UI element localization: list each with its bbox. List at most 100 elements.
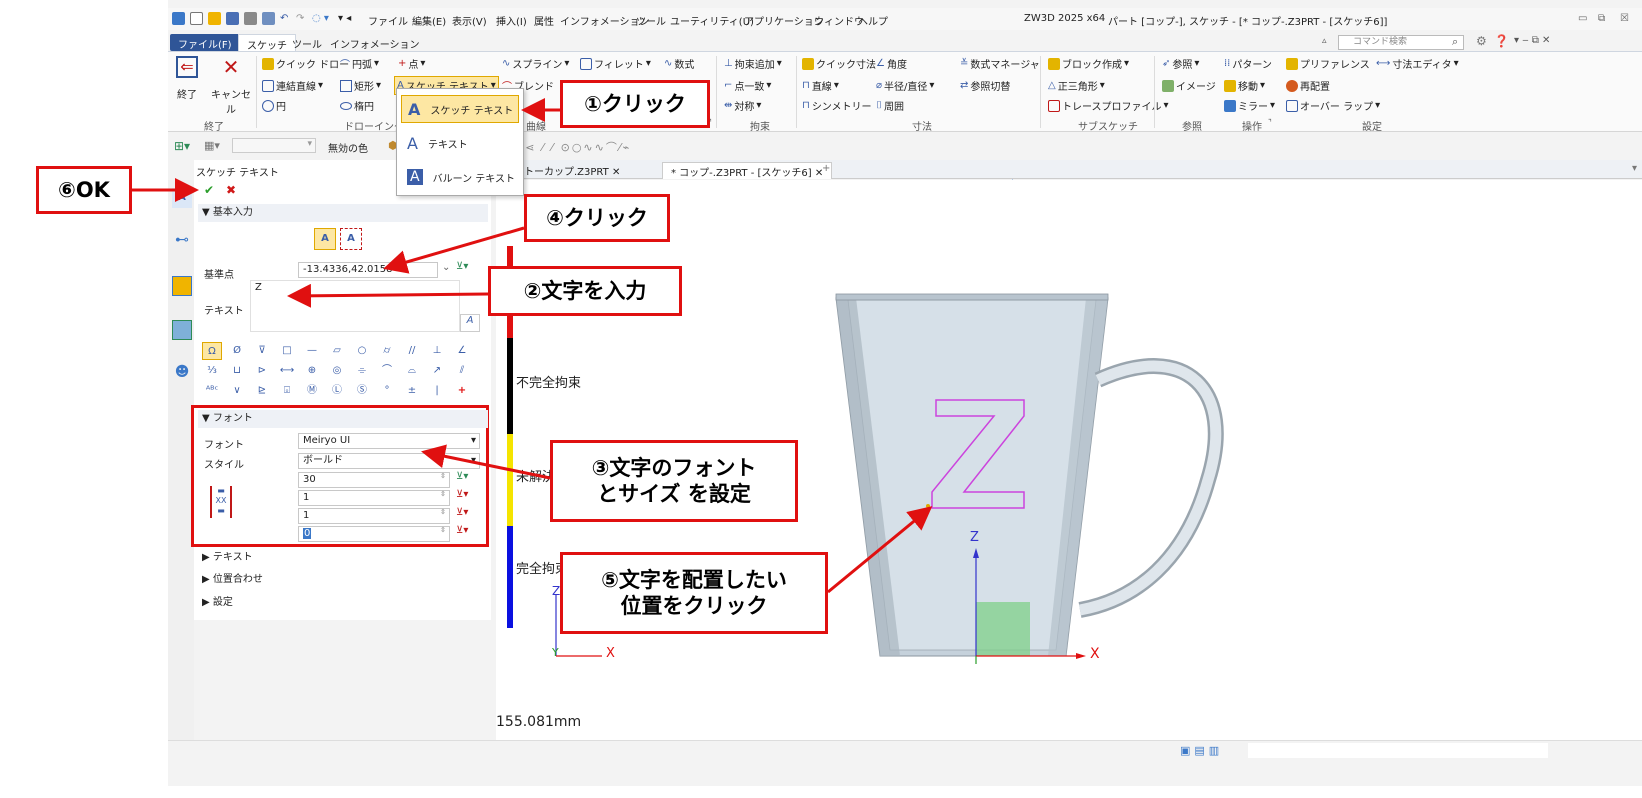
text-height-spin-icon[interactable]: ⇳: [440, 472, 446, 480]
close-window-icon[interactable]: ☒: [1620, 13, 1629, 24]
symbol-button[interactable]: ▱: [327, 342, 347, 360]
symbol-button[interactable]: ⌭: [377, 342, 397, 360]
ref-switch-button[interactable]: ⇄ 参照切替: [960, 78, 1010, 93]
menu-file[interactable]: ファイル: [368, 13, 408, 28]
equation-manager-button[interactable]: ≚ 数式マネージャ: [960, 56, 1040, 71]
relocate-button[interactable]: 再配置: [1286, 78, 1330, 93]
text-height-input[interactable]: 30: [298, 472, 450, 488]
symbol-button[interactable]: —: [302, 342, 322, 360]
arc-button[interactable]: ⌒ 円弧 ▾: [340, 56, 379, 71]
rectangle-button[interactable]: 矩形 ▾: [340, 78, 381, 93]
symbol-button[interactable]: ⫽: [452, 362, 472, 380]
reference-button[interactable]: ➶ 参照 ▾: [1162, 56, 1199, 71]
ok-check-icon[interactable]: ✔: [204, 183, 214, 197]
exit-button[interactable]: ⇐ 終了: [174, 56, 200, 101]
restore-icon[interactable]: ⧉: [1598, 13, 1605, 24]
quick-dim-button[interactable]: クイック寸法: [802, 56, 876, 71]
style-select[interactable]: ボールド ▾: [298, 453, 480, 469]
symbol-button[interactable]: ○: [352, 342, 372, 360]
char-spacing-spin-icon[interactable]: ⇳: [440, 526, 446, 534]
symbol-button[interactable]: Ⓜ: [302, 382, 322, 400]
section-settings[interactable]: ▶ 設定: [198, 594, 488, 612]
export-icon[interactable]: [262, 12, 275, 25]
tab-information[interactable]: インフォメーション: [322, 34, 428, 51]
symbol-button[interactable]: ⌓: [402, 362, 422, 380]
circle-button[interactable]: 円: [262, 98, 286, 113]
open-file-icon[interactable]: [208, 12, 221, 25]
symbol-button[interactable]: ⌯: [352, 362, 372, 380]
symbol-button[interactable]: ⅓: [202, 362, 222, 380]
width-ratio-input[interactable]: 1: [298, 490, 450, 506]
filter-icon[interactable]: ▦▾: [204, 139, 220, 152]
symbol-button[interactable]: |: [427, 382, 447, 400]
preferences-button[interactable]: プリファレンス: [1286, 56, 1370, 71]
section-alignment[interactable]: ▶ 位置合わせ: [198, 571, 488, 589]
help-icon[interactable]: ❓: [1494, 34, 1509, 48]
symbol-button[interactable]: ⊽: [252, 342, 272, 360]
symbol-button[interactable]: Ⓛ: [327, 382, 347, 400]
symbol-button[interactable]: ◎: [327, 362, 347, 380]
symbol-button[interactable]: ∠: [452, 342, 472, 360]
undo-icon[interactable]: ↶: [280, 13, 288, 24]
symbol-button[interactable]: +: [452, 382, 472, 400]
new-entity-icon[interactable]: ⊞▾: [174, 139, 190, 153]
text-input[interactable]: Z: [250, 280, 460, 332]
symbol-button[interactable]: ⊳: [252, 362, 272, 380]
save-icon[interactable]: [226, 12, 239, 25]
image-button[interactable]: イメージ: [1162, 78, 1216, 93]
spline-button[interactable]: ∿ スプライン ▾: [502, 56, 569, 71]
symbol-button[interactable]: □: [277, 342, 297, 360]
cancel-button[interactable]: ✕ キャンセル: [208, 56, 254, 116]
symbol-button[interactable]: °: [377, 382, 397, 400]
polyline-button[interactable]: 連結直線 ▾: [262, 78, 323, 93]
filter-dropdown[interactable]: ▾: [232, 138, 316, 153]
text-height-pick-icon[interactable]: ⊻▾: [456, 471, 468, 482]
symbol-button[interactable]: ⌒: [377, 362, 397, 380]
insert-text-mode-button[interactable]: A: [314, 228, 336, 250]
symbol-button[interactable]: Ø: [227, 342, 247, 360]
symbol-button[interactable]: Ⓢ: [352, 382, 372, 400]
symmetry-dim-button[interactable]: ⊓ シンメトリー: [802, 98, 872, 113]
width-ratio-spin-icon[interactable]: ⇳: [440, 490, 446, 498]
redo-icon[interactable]: ↷: [296, 13, 304, 24]
equation-curve-button[interactable]: ∿ 数式: [664, 56, 694, 71]
collapse-ribbon-icon[interactable]: ▵: [1322, 36, 1327, 46]
collapse-arrows-icon[interactable]: ⌄: [442, 262, 450, 273]
symbol-button[interactable]: ⟷: [277, 362, 297, 380]
placement-point[interactable]: [926, 504, 930, 508]
sketch-draw-tools-icons[interactable]: ⊙⋖ ⁄ ⁄ ⊙○∿∿⌒⁄⌁: [514, 139, 631, 155]
menu-utility[interactable]: ユーティリティ(U): [670, 13, 754, 28]
minimize-icon[interactable]: ▭: [1578, 13, 1587, 24]
menu-insert[interactable]: 挿入(I): [496, 13, 527, 28]
operation-group-expand-icon[interactable]: ⌝: [1268, 118, 1272, 127]
overlap-button[interactable]: オーバー ラップ ▾: [1286, 98, 1380, 113]
quick-draw-button[interactable]: クイック ドロー: [262, 56, 349, 71]
section-basic-input[interactable]: ▼ 基本入力: [198, 204, 488, 222]
dropdown-item-text[interactable]: A テキスト: [401, 129, 519, 157]
trace-profile-button[interactable]: トレースプロファイル ▾: [1048, 98, 1169, 113]
menu-view[interactable]: 表示(V): [452, 13, 487, 28]
new-file-icon[interactable]: [190, 12, 203, 25]
tab-overflow-icon[interactable]: ▾: [1624, 162, 1642, 179]
text-box-mode-button[interactable]: A: [340, 228, 362, 250]
settings-icon[interactable]: ⚙: [1476, 34, 1487, 48]
symbol-button[interactable]: ⊥: [427, 342, 447, 360]
block-create-button[interactable]: ブロック作成 ▾: [1048, 56, 1129, 71]
sketch-text-panel-icon[interactable]: A: [172, 188, 192, 208]
add-constraint-button[interactable]: ⊥ 拘束追加 ▾: [724, 56, 782, 71]
symbol-button[interactable]: ⌻: [277, 382, 297, 400]
line-spacing-spin-icon[interactable]: ⇳: [440, 508, 446, 516]
symbol-button[interactable]: ↗: [427, 362, 447, 380]
pick-point-icon[interactable]: ⊻▾: [456, 261, 468, 272]
view-icon[interactable]: ◌ ▾: [312, 13, 329, 24]
dropdown-item-sketch-text[interactable]: A スケッチ テキスト: [401, 95, 519, 123]
ribbon-window-controls[interactable]: ▾ ‒ ⧉ ✕: [1514, 35, 1550, 46]
symbol-button[interactable]: ᴬᴮᶜ: [202, 382, 222, 400]
char-spacing-pick-icon[interactable]: ⊻▾: [456, 525, 468, 536]
dropdown-item-balloon-text[interactable]: A バルーン テキスト: [401, 163, 519, 191]
menu-attribute[interactable]: 属性: [534, 13, 554, 28]
close-tab-icon[interactable]: ✕: [612, 167, 620, 178]
search-icon[interactable]: ⌕: [1452, 35, 1458, 49]
text-format-icon[interactable]: A: [460, 314, 480, 332]
fillet-button[interactable]: フィレット ▾: [580, 56, 651, 71]
